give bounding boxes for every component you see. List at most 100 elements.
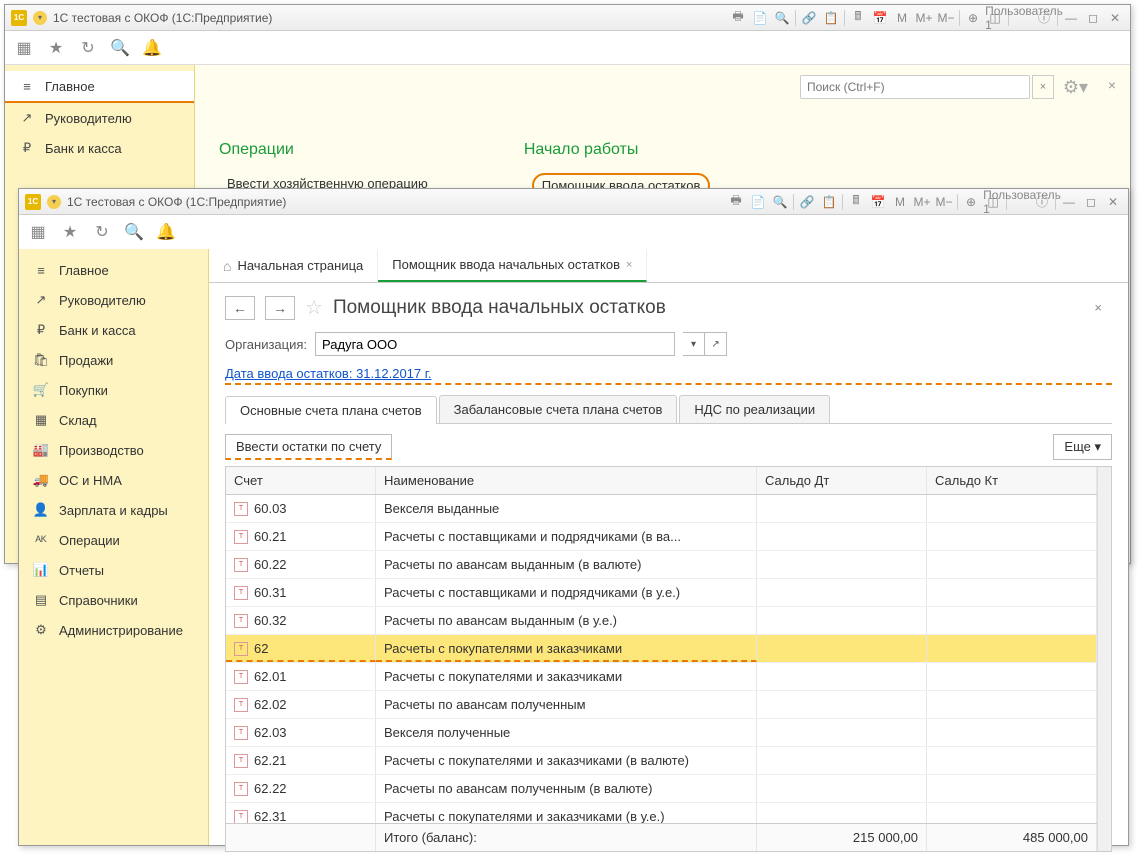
nav-forward-button[interactable]: →	[265, 296, 295, 320]
memory-mminus-button[interactable]: M−	[937, 9, 955, 27]
close-icon[interactable]: ✕	[1104, 193, 1122, 211]
user-chip[interactable]: Пользователь 1	[1013, 9, 1031, 27]
sidebar-item[interactable]: ▤Справочники	[19, 585, 208, 615]
scrollbar[interactable]	[1097, 467, 1111, 851]
date-link[interactable]: Дата ввода остатков: 31.12.2017 г.	[225, 366, 1112, 385]
calc-icon[interactable]: 🖩	[847, 193, 865, 211]
grid-icon[interactable]: ▦	[29, 223, 47, 241]
app-menu-dropdown-icon[interactable]: ▾	[33, 11, 47, 25]
sidebar-item[interactable]: ↗Руководителю	[19, 285, 208, 315]
bell-icon[interactable]: 🔔	[157, 223, 175, 241]
history-icon[interactable]: ↻	[79, 39, 97, 57]
minimize-icon[interactable]: —	[1062, 9, 1080, 27]
tab-close-icon[interactable]: ×	[626, 259, 632, 271]
org-input[interactable]	[315, 332, 675, 356]
close-icon[interactable]: ×	[1108, 77, 1116, 93]
memory-mplus-button[interactable]: M+	[913, 193, 931, 211]
calendar-icon[interactable]: 📅	[871, 9, 889, 27]
table-row[interactable]: T62.01Расчеты с покупателями и заказчика…	[226, 663, 1097, 691]
sidebar-item[interactable]: ↗Руководителю	[5, 103, 194, 133]
inner-tab[interactable]: Основные счета плана счетов	[225, 396, 437, 424]
table-row[interactable]: T60.31Расчеты с поставщиками и подрядчик…	[226, 579, 1097, 607]
zoom-icon[interactable]: ⊕	[962, 193, 980, 211]
search-input[interactable]	[800, 75, 1030, 99]
maximize-icon[interactable]: ◻	[1084, 9, 1102, 27]
table-row[interactable]: T62.03Векселя полученные	[226, 719, 1097, 747]
sidebar-item-label: ОС и НМА	[59, 473, 122, 488]
table-row[interactable]: T60.32Расчеты по авансам выданным (в у.е…	[226, 607, 1097, 635]
print-icon[interactable]: 🖶	[727, 193, 745, 211]
info-icon[interactable]: ⓘ	[1033, 193, 1051, 211]
history-icon[interactable]: ↻	[93, 223, 111, 241]
memory-mplus-button[interactable]: M+	[915, 9, 933, 27]
link-icon[interactable]: 🔗	[800, 9, 818, 27]
table-row[interactable]: T62.21Расчеты с покупателями и заказчика…	[226, 747, 1097, 775]
inner-tab[interactable]: НДС по реализации	[679, 395, 830, 423]
zoom-icon[interactable]: ⊕	[964, 9, 982, 27]
nav-back-button[interactable]: ←	[225, 296, 255, 320]
more-button[interactable]: Еще ▾	[1053, 434, 1112, 460]
save-icon[interactable]: 📄	[751, 9, 769, 27]
col-header-credit[interactable]: Сальдо Кт	[927, 467, 1097, 494]
print-icon[interactable]: 🖶	[729, 9, 747, 27]
memory-mminus-button[interactable]: M−	[935, 193, 953, 211]
sidebar-item[interactable]: ᴬᴷОперации	[19, 525, 208, 555]
search-clear-button[interactable]: ×	[1032, 75, 1054, 99]
table-row[interactable]: T62.22Расчеты по авансам полученным (в в…	[226, 775, 1097, 803]
table-row[interactable]: T62Расчеты с покупателями и заказчиками	[226, 635, 1097, 663]
sidebar-item[interactable]: ₽Банк и касса	[5, 133, 194, 163]
calendar-icon[interactable]: 📅	[869, 193, 887, 211]
table-row[interactable]: T62.31Расчеты с покупателями и заказчика…	[226, 803, 1097, 823]
table-row[interactable]: T60.22Расчеты по авансам выданным (в вал…	[226, 551, 1097, 579]
calc-icon[interactable]: 🖩	[849, 9, 867, 27]
tab-home[interactable]: ⌂ Начальная страница	[209, 249, 378, 282]
sidebar-item[interactable]: 📊Отчеты	[19, 555, 208, 585]
grid-icon[interactable]: ▦	[15, 39, 33, 57]
grid-body[interactable]: T60.03Векселя выданныеT60.21Расчеты с по…	[226, 495, 1097, 823]
app-menu-dropdown-icon[interactable]: ▾	[47, 195, 61, 209]
dropdown-icon[interactable]: ▾	[683, 332, 705, 356]
col-header-account[interactable]: Счет	[226, 467, 376, 494]
favorite-star-icon[interactable]: ☆	[305, 295, 323, 320]
table-row[interactable]: T60.21Расчеты с поставщиками и подрядчик…	[226, 523, 1097, 551]
copy-icon[interactable]: 📋	[822, 9, 840, 27]
sidebar-item[interactable]: 🛒Покупки	[19, 375, 208, 405]
sidebar-item[interactable]: 🛍Продажи	[19, 345, 208, 375]
copy-icon[interactable]: 📋	[820, 193, 838, 211]
maximize-icon[interactable]: ◻	[1082, 193, 1100, 211]
star-icon[interactable]: ★	[47, 39, 65, 57]
link-icon[interactable]: 🔗	[798, 193, 816, 211]
search-icon[interactable]: 🔍	[111, 39, 129, 57]
user-chip[interactable]: Пользователь 1	[1011, 193, 1029, 211]
gear-icon[interactable]: ⚙▾	[1063, 77, 1088, 98]
account-icon: T	[234, 614, 248, 628]
sidebar-item[interactable]: 🏭Производство	[19, 435, 208, 465]
tab-wizard[interactable]: Помощник ввода начальных остатков ×	[378, 249, 647, 282]
save-icon[interactable]: 📄	[749, 193, 767, 211]
page-close-icon[interactable]: ×	[1094, 300, 1112, 315]
sidebar-item[interactable]: ≡Главное	[5, 71, 194, 103]
sidebar-item[interactable]: ▦Склад	[19, 405, 208, 435]
open-icon[interactable]: ↗	[705, 332, 727, 356]
sidebar-item[interactable]: 👤Зарплата и кадры	[19, 495, 208, 525]
col-header-name[interactable]: Наименование	[376, 467, 757, 494]
close-icon[interactable]: ✕	[1106, 9, 1124, 27]
info-icon[interactable]: ⓘ	[1035, 9, 1053, 27]
bell-icon[interactable]: 🔔	[143, 39, 161, 57]
sidebar-item[interactable]: 🚚ОС и НМА	[19, 465, 208, 495]
table-row[interactable]: T60.03Векселя выданные	[226, 495, 1097, 523]
minimize-icon[interactable]: —	[1060, 193, 1078, 211]
search-icon[interactable]: 🔍	[125, 223, 143, 241]
sidebar-item[interactable]: ⚙Администрирование	[19, 615, 208, 645]
inner-tab[interactable]: Забалансовые счета плана счетов	[439, 395, 678, 423]
search-icon[interactable]: 🔍	[771, 193, 789, 211]
sidebar-item[interactable]: ≡Главное	[19, 255, 208, 285]
enter-balance-button[interactable]: Ввести остатки по счету	[225, 434, 392, 460]
memory-m-button[interactable]: M	[891, 193, 909, 211]
sidebar-item[interactable]: ₽Банк и касса	[19, 315, 208, 345]
col-header-debit[interactable]: Сальдо Дт	[757, 467, 927, 494]
search-icon[interactable]: 🔍	[773, 9, 791, 27]
star-icon[interactable]: ★	[61, 223, 79, 241]
memory-m-button[interactable]: M	[893, 9, 911, 27]
table-row[interactable]: T62.02Расчеты по авансам полученным	[226, 691, 1097, 719]
